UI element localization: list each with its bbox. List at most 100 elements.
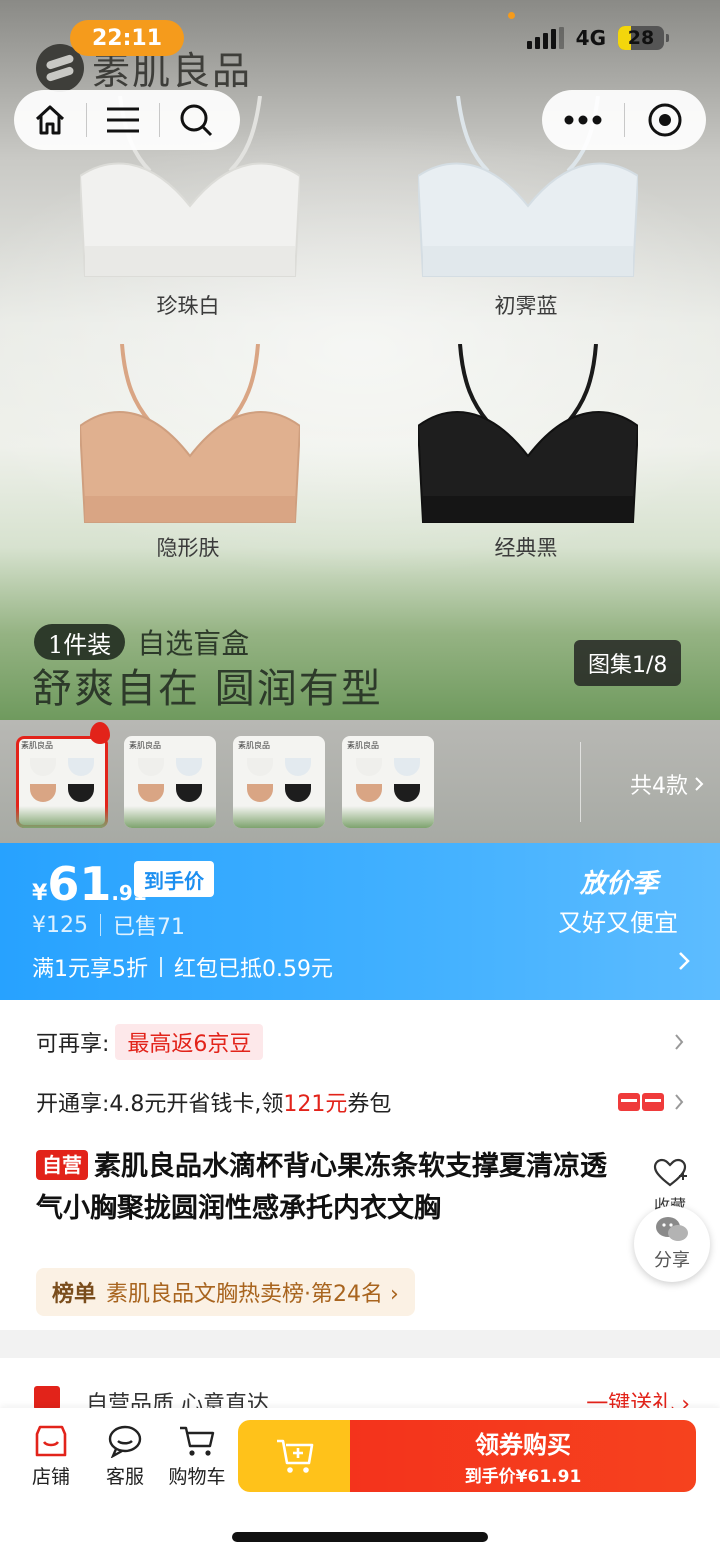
add-to-cart-button[interactable] (238, 1420, 352, 1492)
price-currency: ¥ (32, 881, 48, 906)
network-type: 4G (575, 26, 606, 50)
more-button[interactable] (542, 90, 624, 150)
product-info: 可再享: 最高返6京豆 开通享:4.8元开省钱卡,领 121元 券包 自营 素肌良… (0, 1000, 720, 1330)
original-price-row: ¥125 已售71 (32, 909, 185, 941)
rebate-tag: 最高返6京豆 (115, 1024, 264, 1060)
style-thumb-4[interactable]: 素肌良品 (342, 736, 434, 828)
hero-slogan: 舒爽自在 圆润有型 (32, 666, 383, 712)
chevron-right-icon (675, 1034, 684, 1050)
mini-swatch (356, 784, 382, 802)
store-tab[interactable]: 店铺 (16, 1424, 86, 1489)
style-thumb-1[interactable]: 素肌良品 (16, 736, 108, 828)
thumb-gradient (342, 806, 434, 828)
color-name-4: 经典黑 (494, 536, 558, 560)
mini-swatch (176, 784, 202, 802)
mini-swatch (30, 784, 56, 802)
original-price: ¥125 (32, 912, 88, 938)
bra-invisible-skin (80, 344, 300, 523)
chevron-right-icon (695, 777, 704, 791)
rebate-label: 可再享: (36, 1032, 110, 1057)
heart-icon (653, 1158, 687, 1187)
mini-swatch (30, 758, 56, 776)
wechat-icon (656, 1217, 688, 1241)
home-button[interactable] (14, 90, 86, 150)
home-indicator[interactable] (232, 1532, 488, 1542)
cart-label: 购物车 (168, 1466, 226, 1488)
nav-pill-right (542, 90, 706, 150)
nav-pill-left (14, 90, 240, 150)
status-time: 22:11 (70, 20, 184, 56)
store-icon (35, 1425, 67, 1457)
color-name-3: 隐形肤 (156, 536, 220, 560)
mini-swatch (356, 758, 382, 776)
card-icon (642, 1093, 664, 1111)
thumb-logo: 素肌良品 (347, 741, 379, 750)
home-icon (35, 105, 65, 135)
shopping-cart-icon (180, 1426, 215, 1456)
thumb-gradient (124, 806, 216, 828)
cart-tab[interactable]: 购物车 (162, 1424, 232, 1489)
sold-divider (100, 914, 101, 936)
mini-swatch (247, 784, 273, 802)
target-icon (648, 103, 682, 137)
thumb-gradient (233, 806, 325, 828)
status-indicators: 4G 28 (526, 26, 669, 50)
ranking-label: 榜单 (52, 1282, 97, 1307)
more-dots-icon (564, 115, 602, 125)
ranking-text: 素肌良品文胸热卖榜·第24名 › (106, 1282, 399, 1307)
thumb-logo: 素肌良品 (21, 741, 53, 750)
search-button[interactable] (160, 90, 232, 150)
chevron-right-icon (675, 1094, 684, 1110)
share-label: 分享 (654, 1250, 690, 1271)
mini-swatch (394, 784, 420, 802)
buy-with-coupon-button[interactable]: 领券购买 到手价¥61.91 (350, 1420, 696, 1492)
rebate-row[interactable]: 可再享: 最高返6京豆 (36, 1024, 684, 1060)
style-thumb-3[interactable]: 素肌良品 (233, 736, 325, 828)
thumb-divider (580, 742, 581, 822)
close-miniprogram-button[interactable] (625, 90, 705, 150)
ranking-badge[interactable]: 榜单 素肌良品文胸热卖榜·第24名 › (36, 1268, 415, 1316)
savings-card-text-a: 开通享:4.8元开省钱卡,领 (36, 1092, 284, 1117)
bra-classic-black (418, 344, 638, 523)
signal-icon (526, 27, 564, 49)
mini-swatch (285, 784, 311, 802)
buy-main-label: 领券购买 (475, 1431, 571, 1459)
chevron-right-icon[interactable] (678, 951, 690, 971)
menu-button[interactable] (87, 90, 159, 150)
share-button[interactable]: 分享 (634, 1206, 710, 1282)
color-name-2: 初霁蓝 (494, 294, 558, 318)
thumb-gradient (16, 806, 108, 828)
promo-redpacket: 红包已抵0.59元 (174, 957, 333, 982)
season-subtitle: 又好又便宜 (558, 909, 678, 937)
promo-divider (160, 957, 162, 977)
savings-card-row[interactable]: 开通享:4.8元开省钱卡,领 121元 券包 (36, 1084, 684, 1120)
mini-swatch (285, 758, 311, 776)
promo-row: 满1元享5折 红包已抵0.59元 (32, 951, 333, 983)
add-cart-icon (277, 1439, 314, 1473)
menu-icon (107, 107, 139, 133)
season-title: 放价季 (579, 869, 658, 899)
privacy-indicator (508, 12, 515, 19)
mini-swatch (138, 784, 164, 802)
pack-tag: 1件装 (34, 624, 126, 660)
mini-swatch (247, 758, 273, 776)
price-banner[interactable]: ¥ 61 .91 到手价 ¥125 已售71 满1元享5折 红包已抵0.59元 … (0, 843, 720, 1000)
all-styles-link[interactable]: 共4款 (630, 768, 704, 800)
savings-card-amount: 121元 (283, 1092, 348, 1117)
mini-swatch (68, 758, 94, 776)
all-styles-label: 共4款 (630, 774, 688, 799)
card-icons (618, 1093, 664, 1111)
product-title-block: 自营 素肌良品水滴杯背心果冻条软支撑夏清凉透气小胸聚拢圆润性感承托内衣文胸 (36, 1146, 616, 1230)
color-name-1: 珍珠白 (156, 294, 220, 318)
battery-percent: 28 (627, 27, 655, 49)
mini-swatch (68, 784, 94, 802)
store-label: 店铺 (31, 1466, 70, 1488)
gallery-counter[interactable]: 图集1/8 (574, 640, 682, 686)
service-tab[interactable]: 客服 (90, 1424, 160, 1489)
buy-sub-label: 到手价¥61.91 (464, 1467, 582, 1487)
battery-icon: 28 (618, 26, 669, 50)
gift-icon (34, 1386, 60, 1410)
style-thumb-2[interactable]: 素肌良品 (124, 736, 216, 828)
self-operated-tag: 自营 (36, 1150, 88, 1180)
service-label: 客服 (105, 1466, 144, 1488)
